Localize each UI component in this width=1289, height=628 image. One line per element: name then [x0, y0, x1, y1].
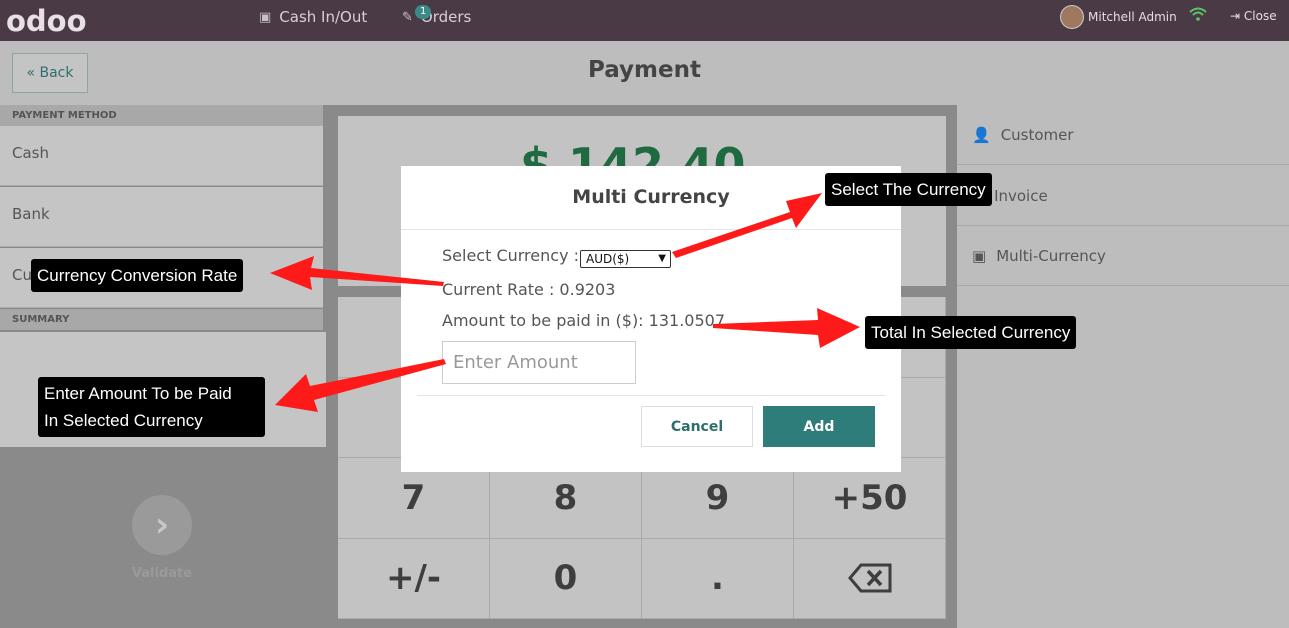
arrow-enter-amount: [275, 359, 446, 412]
annotation-arrows: [270, 193, 860, 412]
callout-enter-amount-line2: In Selected Currency: [44, 411, 203, 430]
arrow-select-currency: [672, 193, 822, 258]
callout-total-selected: Total In Selected Currency: [865, 316, 1077, 349]
arrow-conversion-rate: [270, 256, 444, 290]
callout-enter-amount: Enter Amount To be Paid In Selected Curr…: [38, 377, 265, 437]
arrow-total-selected: [713, 308, 860, 348]
callout-conversion-rate: Currency Conversion Rate: [31, 259, 244, 292]
callout-enter-amount-line1: Enter Amount To be Paid: [44, 384, 232, 403]
callout-select-currency: Select The Currency: [825, 173, 992, 206]
